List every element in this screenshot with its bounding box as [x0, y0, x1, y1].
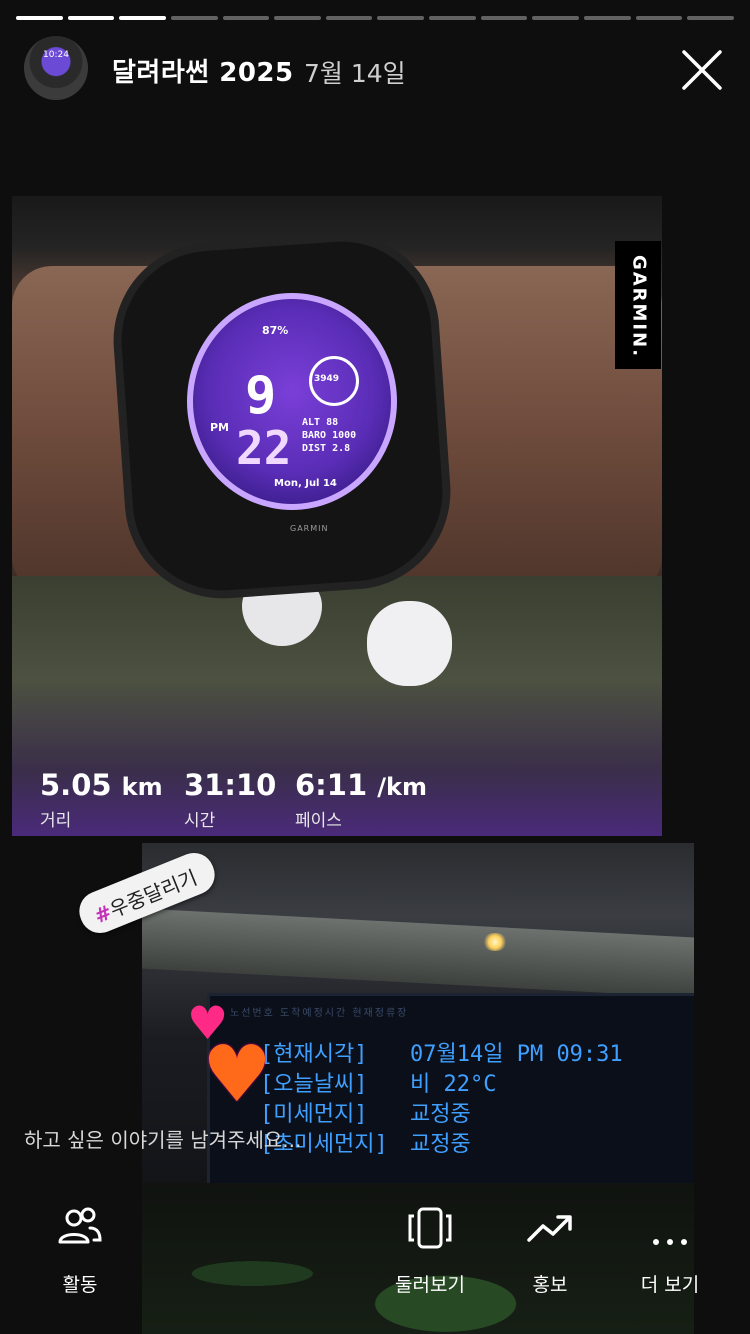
nav-promote[interactable]: 홍보	[490, 1206, 610, 1297]
stat-pace: 6:11 /km 페이스	[295, 768, 427, 831]
watch-photo: 87% PM 9 22 3949 ALT 88 BARO 1000 DIST 2…	[12, 196, 662, 836]
watch-minute: 22	[236, 421, 292, 475]
led-lines: [현재시각] 07월14일 PM 09:31 [오늘날씨] 비 22°C [미세먼지…	[260, 1036, 690, 1157]
garmin-sticker-text: GARMIN.	[628, 254, 650, 359]
progress-segment	[274, 16, 321, 20]
led-line: [초미세먼지] 교정중	[260, 1132, 471, 1157]
progress-segment	[377, 16, 425, 20]
progress-segment	[532, 16, 580, 20]
shelter-roof	[142, 908, 694, 998]
stat-distance: 5.05 km 거리	[40, 768, 163, 831]
story-header: 10:24 달려라썬 2025 7월 14일	[24, 36, 726, 104]
carousel-icon	[408, 1207, 452, 1249]
nav-more[interactable]: 더 보기	[610, 1206, 730, 1297]
garmin-sticker[interactable]: GARMIN.	[615, 241, 661, 369]
watch-battery: 87%	[262, 324, 289, 337]
trending-up-icon	[527, 1215, 572, 1242]
heart-sticker-large[interactable]: ♥	[202, 1036, 272, 1114]
watch-dist: DIST 2.8	[302, 443, 351, 454]
nav-activity[interactable]: 활동	[20, 1206, 140, 1297]
watch-date: Mon, Jul 14	[274, 478, 337, 489]
stat-time: 31:10 시간	[184, 768, 276, 831]
led-line: [현재시각] 07월14일 PM 09:31	[260, 1042, 623, 1067]
progress-segment	[635, 16, 683, 20]
led-board-header: 노선번호 도착예정시간 현재정류장	[230, 1008, 409, 1019]
stat-time-label: 시간	[184, 811, 216, 831]
stat-time-value: 31:10	[184, 768, 277, 802]
progress-segment	[325, 16, 373, 20]
stat-distance-label: 거리	[40, 811, 72, 831]
nav-promote-label: 홍보	[532, 1274, 568, 1296]
stat-distance-value: 5.05	[40, 768, 112, 802]
more-icon	[653, 1239, 687, 1245]
progress-segment	[687, 16, 734, 20]
reply-input[interactable]: 하고 싶은 이야기를 남겨주세요...	[24, 1124, 301, 1153]
watch-ampm: PM	[210, 421, 230, 434]
stat-pace-value: 6:11	[295, 768, 368, 802]
shoe-right	[367, 601, 452, 686]
street-lamp	[482, 933, 508, 951]
progress-segment	[222, 16, 270, 20]
progress-segment	[584, 16, 631, 20]
watch-hour: 9	[245, 366, 277, 426]
close-icon[interactable]	[678, 46, 726, 94]
watch-stats: ALT 88 BARO 1000 DIST 2.8	[302, 416, 356, 455]
progress-segment	[16, 16, 63, 20]
run-stats[interactable]: 5.05 km 거리 31:10 시간 6:11 /km 페이스	[40, 768, 460, 838]
story-progress	[16, 16, 734, 20]
people-icon	[58, 1207, 102, 1244]
led-line: [미세먼지] 교정중	[260, 1102, 471, 1127]
progress-segment	[119, 16, 166, 20]
progress-segment	[480, 16, 528, 20]
account-name[interactable]: 달려라썬 2025	[112, 52, 294, 89]
progress-segment	[429, 16, 476, 20]
nav-more-label: 더 보기	[640, 1274, 700, 1296]
led-board: 노선번호 도착예정시간 현재정류장 [현재시각] 07월14일 PM 09:31 …	[207, 993, 694, 1189]
bottom-nav: 활동 둘러보기 홍보 더 보기	[0, 1190, 750, 1334]
watch-steps: 3949	[314, 374, 340, 384]
watch-alt: ALT 88	[302, 417, 339, 428]
story-date: 7월 14일	[304, 59, 406, 88]
watch-brand: GARMIN	[290, 524, 329, 533]
led-line: [오늘날씨] 비 22°C	[260, 1072, 497, 1097]
progress-segment	[170, 16, 218, 20]
nav-explore-label: 둘러보기	[395, 1274, 465, 1296]
stat-pace-unit: /km	[377, 773, 427, 801]
nav-activity-label: 활동	[62, 1274, 98, 1296]
stat-distance-unit: km	[121, 773, 163, 801]
avatar-text: 10:24	[43, 50, 69, 60]
watch-baro: BARO 1000	[302, 430, 357, 441]
nav-explore[interactable]: 둘러보기	[370, 1206, 490, 1297]
avatar[interactable]: 10:24	[24, 36, 88, 100]
stat-pace-label: 페이스	[295, 811, 342, 831]
progress-segment	[67, 16, 115, 20]
